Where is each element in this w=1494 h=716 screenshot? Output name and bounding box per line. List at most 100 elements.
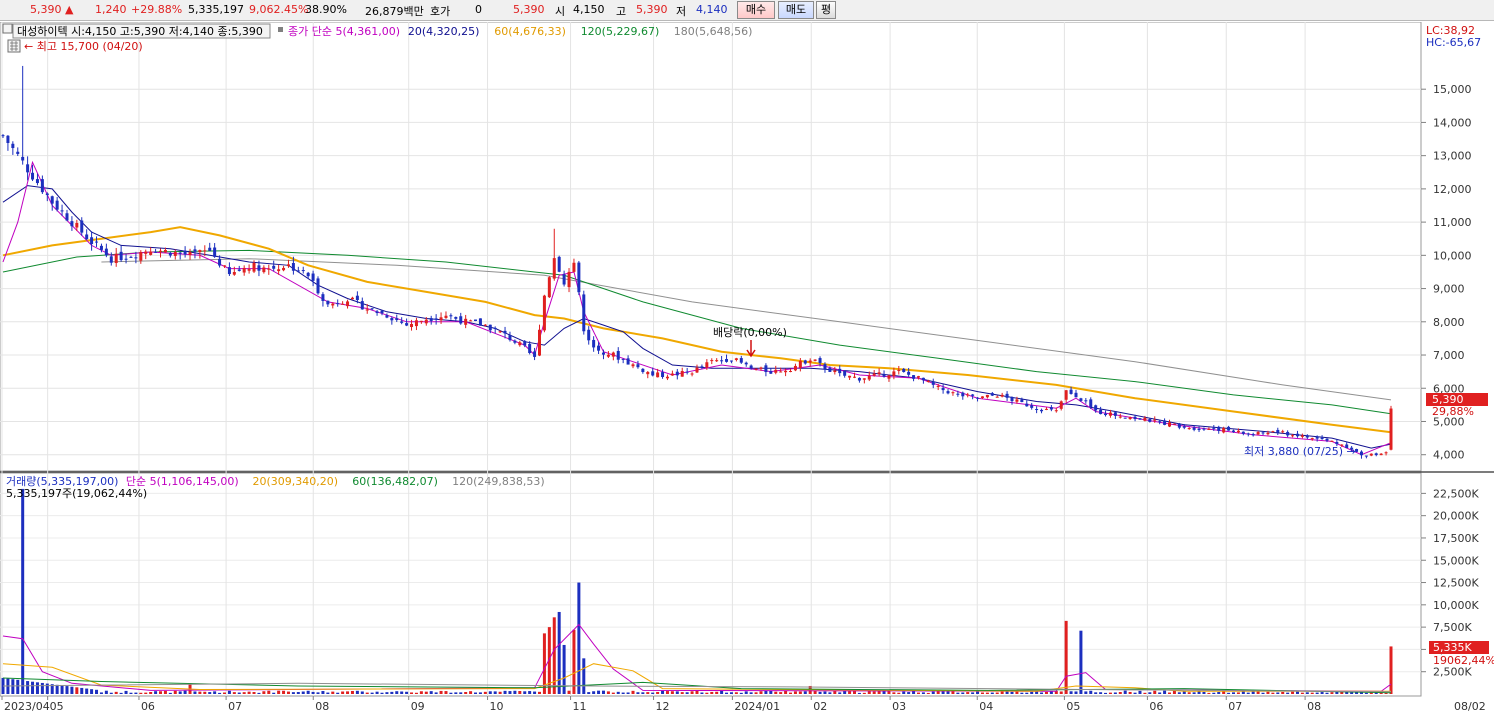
volume-bar (793, 691, 797, 694)
volume-tick-label: 2,500K (1433, 666, 1472, 679)
date-tick-label: 05 (1066, 700, 1080, 713)
volume-bar (498, 691, 502, 694)
candle-body (1266, 432, 1270, 435)
volume-bar (749, 692, 753, 694)
volume-bar (26, 681, 30, 694)
candle-body (365, 309, 369, 311)
candle-body (355, 295, 359, 301)
volume-bar (690, 691, 694, 694)
volume-bar (1364, 692, 1368, 694)
candle-body (1276, 429, 1280, 433)
candle-body (636, 364, 640, 368)
candle-body (70, 221, 74, 227)
candle-body (1030, 405, 1034, 408)
volume-bar (331, 691, 335, 694)
candle-body (902, 368, 906, 372)
candle-body (729, 360, 733, 362)
volume-bar (346, 691, 350, 694)
candle-body (1295, 433, 1299, 437)
volume-bar (892, 692, 896, 694)
candle-body (444, 315, 448, 318)
open-value: 4,150 (573, 3, 605, 16)
date-tick-label: 11 (573, 700, 587, 713)
volume-bar (779, 692, 783, 694)
candle-body (572, 262, 576, 272)
candle-body (980, 396, 984, 398)
candle-body (990, 393, 994, 396)
candle-body (759, 367, 763, 369)
candle-body (1192, 427, 1196, 430)
candle-body (853, 376, 857, 378)
volume-bar (754, 692, 758, 694)
candle-body (1064, 390, 1068, 400)
candle-body (1168, 422, 1172, 427)
candle-body (1182, 426, 1186, 428)
price-tick-label: 10,000 (1433, 249, 1472, 262)
volume-bar (183, 690, 187, 694)
candle-body (872, 373, 876, 376)
candle-body (336, 303, 340, 305)
candle-body (474, 319, 478, 322)
volume-bar (734, 692, 738, 694)
candle-body (562, 274, 566, 285)
volume-bar (582, 658, 586, 694)
candle-body (301, 270, 305, 272)
sell-button[interactable]: 매도 (778, 1, 814, 19)
candle-body (744, 362, 748, 365)
candle-body (134, 257, 138, 259)
volume-bar (395, 691, 399, 694)
candle-body (454, 316, 458, 319)
volume-bar (611, 692, 615, 694)
candle-body (16, 151, 20, 154)
volume-bar (306, 690, 310, 694)
candle-body (616, 350, 620, 360)
candle-body (222, 265, 226, 267)
volume-bar (665, 691, 669, 694)
volume-bar (887, 691, 891, 694)
buy-button[interactable]: 매수 (737, 1, 775, 19)
price-tick-label: 15,000 (1433, 83, 1472, 96)
volume-bar (1325, 692, 1329, 694)
candle-body (405, 323, 409, 326)
volume-bar (769, 690, 773, 694)
volume-bar (764, 690, 768, 694)
volume-bar (1113, 692, 1117, 694)
candle-body (95, 241, 99, 243)
volume-bar (695, 690, 699, 694)
volume-bar (1236, 692, 1240, 694)
candle-body (434, 318, 438, 320)
candle-body (882, 374, 886, 377)
candle-body (587, 329, 591, 341)
candle-body (173, 252, 177, 256)
volume-bar (355, 690, 359, 694)
candle-body (897, 369, 901, 371)
candle-body (144, 251, 148, 254)
candle-body (912, 375, 916, 379)
candle-body (178, 252, 182, 254)
volume-bar (587, 692, 591, 694)
volume-bar (1315, 692, 1319, 694)
candle-body (1227, 426, 1231, 431)
candle-body (1044, 408, 1048, 410)
volume-bar (1207, 692, 1211, 694)
candle-body (6, 135, 10, 143)
high-value: 5,390 (636, 3, 668, 16)
candle-body (331, 303, 335, 306)
volume-bar (601, 690, 605, 694)
volume-bar (1118, 692, 1122, 694)
volume-bar (469, 691, 473, 694)
price-tick-label: 14,000 (1433, 116, 1472, 129)
candle-body (1158, 421, 1162, 423)
candle-body (1172, 423, 1176, 425)
volume-bar (1044, 691, 1048, 694)
volume-bar (1281, 691, 1285, 694)
volume-bar (454, 692, 458, 694)
price-tick-label: 4,000 (1433, 449, 1465, 462)
candle-body (498, 331, 502, 333)
date-tick-label: 2023/04 (4, 700, 50, 713)
stock-chart[interactable]: 15,000 14,000 13,000 12,000 11,000 10,000 9,00… (0, 22, 1494, 716)
collapse-icon[interactable] (2, 23, 13, 34)
candle-body (675, 371, 679, 376)
volume-bar (60, 685, 64, 694)
eval-button[interactable]: 평 (816, 1, 836, 19)
